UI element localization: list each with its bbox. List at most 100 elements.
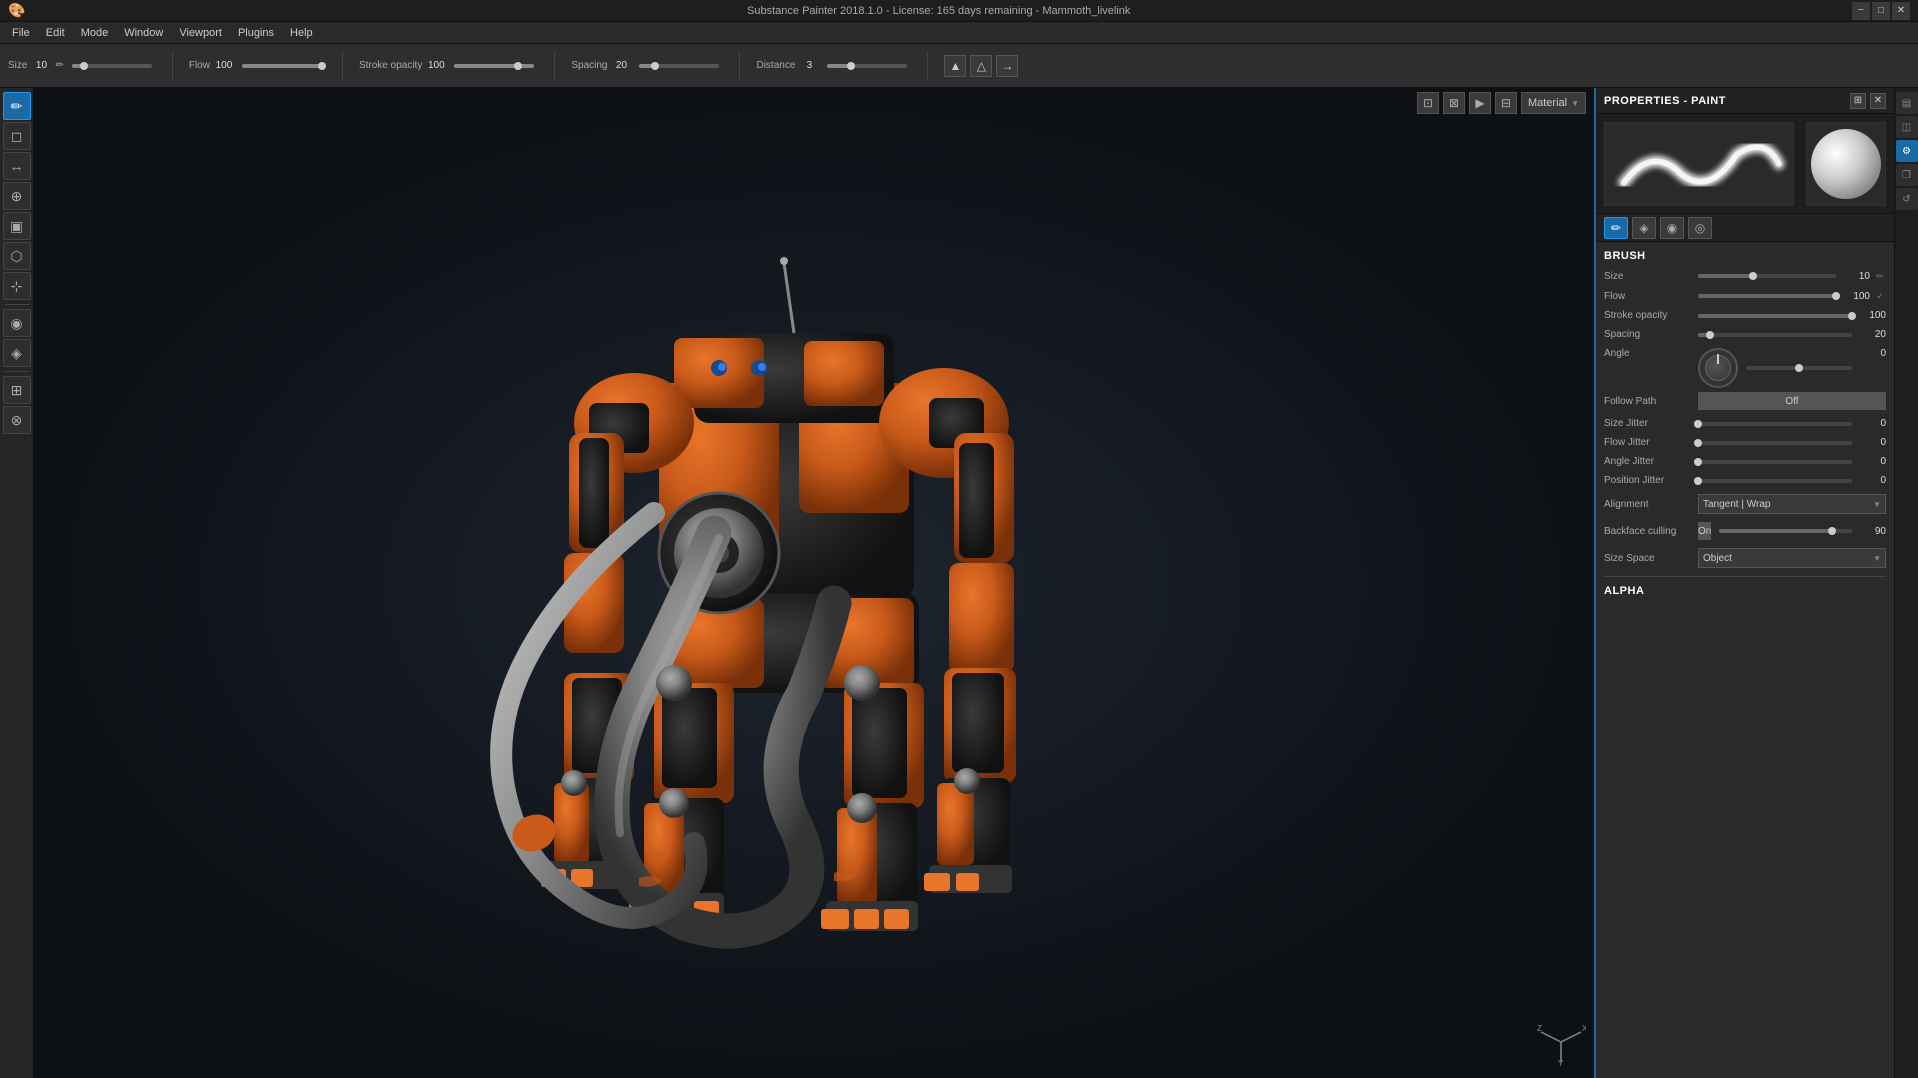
screenshot-icon-btn[interactable]: ⊟ (1495, 92, 1517, 114)
angle-row: Angle 0 (1604, 348, 1886, 388)
menu-mode[interactable]: Mode (73, 25, 117, 41)
alignment-dropdown-arrow: ▼ (1873, 500, 1881, 509)
tool-transform[interactable]: ⊞ (3, 376, 31, 404)
position-jitter-prop-slider[interactable] (1698, 479, 1852, 483)
redge-tab-history[interactable]: ↺ (1896, 188, 1918, 210)
size-prop-label: Size (1604, 271, 1694, 282)
brush-sphere-preview (1806, 122, 1886, 206)
tool-material[interactable]: ◈ (3, 339, 31, 367)
stroke-opacity-prop-slider[interactable] (1698, 314, 1852, 318)
spacing-slider[interactable] (639, 64, 719, 68)
flow-edit-icon[interactable]: ✓ (1874, 290, 1886, 302)
maximize-button[interactable]: □ (1872, 2, 1890, 20)
angle-dial[interactable] (1698, 348, 1738, 388)
backface-culling-row: Backface culling On 90 (1604, 522, 1886, 540)
stroke-opacity-prop-fill (1698, 314, 1852, 318)
prop-tab-particle[interactable]: ◉ (1660, 217, 1684, 239)
tool-fill[interactable]: ▣ (3, 212, 31, 240)
flow-jitter-prop-thumb (1694, 439, 1702, 447)
toolbar: Size 10 ✏ Flow 100 Stroke opacity 100 Sp… (0, 44, 1918, 88)
menu-edit[interactable]: Edit (38, 25, 73, 41)
tool-clone[interactable]: ⊕ (3, 182, 31, 210)
stroke-opacity-prop-label: Stroke opacity (1604, 310, 1694, 321)
stroke-buttons: ▲ △ → (944, 55, 1018, 77)
redge-tab-layers[interactable]: ◫ (1896, 116, 1918, 138)
flow-prop-label: Flow (1604, 291, 1694, 302)
menu-file[interactable]: File (4, 25, 38, 41)
angle-jitter-prop-label: Angle Jitter (1604, 456, 1694, 467)
size-jitter-prop-thumb (1694, 420, 1702, 428)
spacing-label: Spacing (571, 60, 607, 71)
close-button[interactable]: ✕ (1892, 2, 1910, 20)
redge-tab-texture-sets[interactable]: ▤ (1896, 92, 1918, 114)
tool-select[interactable]: ⊹ (3, 272, 31, 300)
render-icon-btn[interactable]: ⊠ (1443, 92, 1465, 114)
flow-slider[interactable] (242, 64, 322, 68)
separator-3 (554, 51, 555, 81)
minimize-button[interactable]: − (1852, 2, 1870, 20)
viewport[interactable]: ⊡ ⊠ ▶ ⊟ Material ▼ X Z Y (34, 88, 1594, 1078)
spacing-prop-slider[interactable] (1698, 333, 1852, 337)
alignment-dropdown[interactable]: Tangent | Wrap ▼ (1698, 494, 1886, 514)
properties-expand-btn[interactable]: ⊞ (1850, 93, 1866, 109)
size-space-dropdown[interactable]: Object ▼ (1698, 548, 1886, 568)
tool-paint[interactable]: ✏ (3, 92, 31, 120)
backface-culling-thumb (1828, 527, 1836, 535)
video-icon-btn[interactable]: ▶ (1469, 92, 1491, 114)
menu-help[interactable]: Help (282, 25, 321, 41)
stroke-opacity-row: Stroke opacity 100 (1604, 310, 1886, 321)
position-jitter-row: Position Jitter 0 (1604, 475, 1886, 486)
main-area: ✏ ◻ ↔ ⊕ ▣ ⬡ ⊹ ◉ ◈ ⊞ ⊗ (0, 88, 1918, 1078)
size-jitter-prop-slider[interactable] (1698, 422, 1852, 426)
tool-erase[interactable]: ◻ (3, 122, 31, 150)
size-jitter-row: Size Jitter 0 (1604, 418, 1886, 429)
prop-tab-mask[interactable]: ◎ (1688, 217, 1712, 239)
size-prop-value: 10 (1840, 271, 1870, 282)
window-icon: 🎨 (8, 2, 25, 19)
stroke-opacity-slider[interactable] (454, 64, 534, 68)
tool-polygon[interactable]: ⬡ (3, 242, 31, 270)
robot-scene (34, 88, 1594, 1078)
property-tabs: ✏ ◈ ◉ ◎ (1596, 214, 1894, 242)
menu-window[interactable]: Window (116, 25, 171, 41)
size-prop-slider[interactable] (1698, 274, 1836, 278)
stroke-opacity-prop-slider-container (1698, 314, 1852, 318)
spacing-row: Spacing 20 (1604, 329, 1886, 340)
window-controls: − □ ✕ (1852, 2, 1910, 20)
flow-jitter-prop-slider[interactable] (1698, 441, 1852, 445)
backface-culling-toggle[interactable]: On (1698, 522, 1711, 540)
redge-tab-assets[interactable]: ❐ (1896, 164, 1918, 186)
camera-icon-btn[interactable]: ⊡ (1417, 92, 1439, 114)
tool-measure[interactable]: ⊗ (3, 406, 31, 434)
stroke-mode-btn-2[interactable]: △ (970, 55, 992, 77)
angle-prop-thumb (1795, 364, 1803, 372)
spacing-value: 20 (611, 60, 631, 71)
stroke-mode-btn-1[interactable]: ▲ (944, 55, 966, 77)
menu-viewport[interactable]: Viewport (171, 25, 230, 41)
alignment-prop-label: Alignment (1604, 499, 1694, 510)
flow-prop-slider[interactable] (1698, 294, 1836, 298)
stroke-opacity-label: Stroke opacity (359, 60, 422, 71)
material-dropdown[interactable]: Material ▼ (1521, 92, 1586, 114)
menu-plugins[interactable]: Plugins (230, 25, 282, 41)
angle-prop-slider[interactable] (1746, 366, 1852, 370)
redge-tab-properties[interactable]: ⚙ (1896, 140, 1918, 162)
tool-color-picker[interactable]: ◉ (3, 309, 31, 337)
separator-4 (739, 51, 740, 81)
angle-jitter-prop-slider[interactable] (1698, 460, 1852, 464)
stroke-opacity-group: Stroke opacity 100 (359, 60, 538, 71)
follow-path-toggle[interactable]: Off (1698, 392, 1886, 410)
tool-smudge[interactable]: ↔ (3, 152, 31, 180)
backface-culling-slider[interactable] (1719, 529, 1852, 533)
prop-tab-paint[interactable]: ✏ (1604, 217, 1628, 239)
distance-label: Distance (756, 60, 795, 71)
prop-tab-material[interactable]: ◈ (1632, 217, 1656, 239)
size-slider[interactable] (72, 64, 152, 68)
distance-slider[interactable] (827, 64, 907, 68)
follow-path-row: Follow Path Off (1604, 392, 1886, 410)
flow-jitter-row: Flow Jitter 0 (1604, 437, 1886, 448)
size-edit-icon[interactable]: ✏ (1874, 270, 1886, 282)
spacing-group: Spacing 20 (571, 60, 723, 71)
properties-close-btn[interactable]: ✕ (1870, 93, 1886, 109)
stroke-mode-btn-3[interactable]: → (996, 55, 1018, 77)
